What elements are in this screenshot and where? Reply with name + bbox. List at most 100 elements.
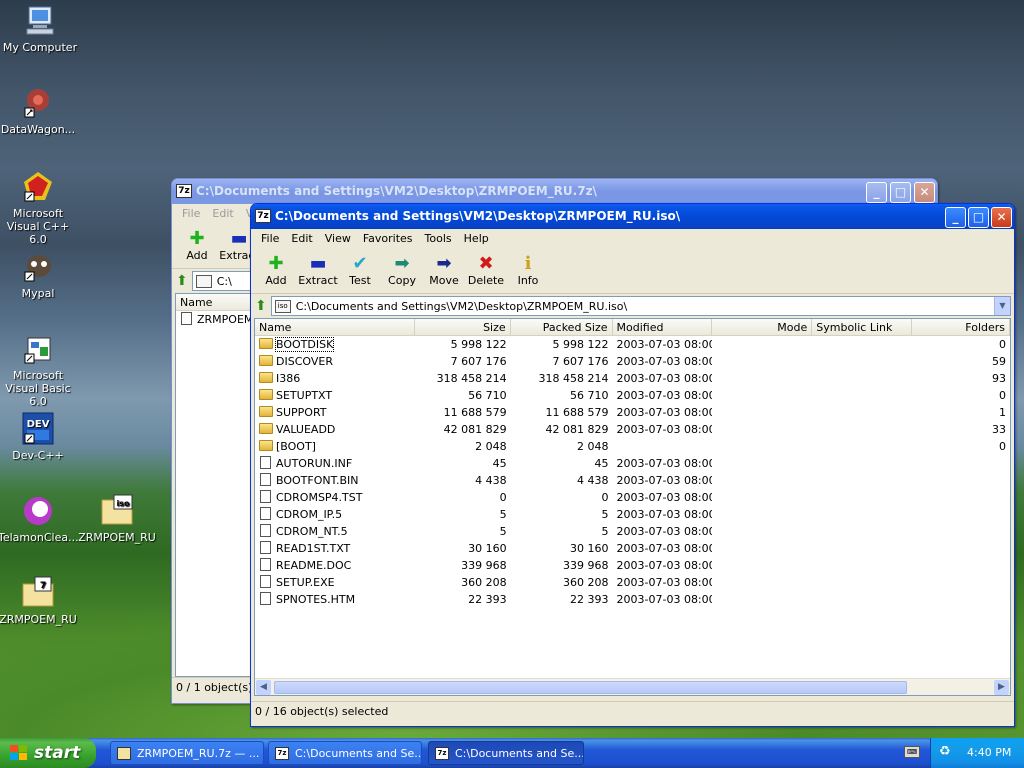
menu-tools[interactable]: Tools <box>419 232 458 245</box>
menu-file[interactable]: File <box>176 207 206 220</box>
minimize-button[interactable]: _ <box>945 207 966 228</box>
table-row[interactable]: CDROM_IP.5 5 5 2003-07-03 08:00 <box>255 506 1010 523</box>
table-row[interactable]: SETUPTXT 56 710 56 710 2003-07-03 08:00 0 <box>255 387 1010 404</box>
visual-basic-icon <box>21 332 55 366</box>
menu-edit[interactable]: Edit <box>285 232 318 245</box>
symbolic-link-cell <box>812 540 912 557</box>
chevron-down-icon[interactable]: ▼ <box>994 297 1010 315</box>
desktop-icon-my-computer[interactable]: My Computer <box>0 4 80 54</box>
toolbar: ✚ Add ▬ Extract ✔ Test ➡ Copy ➡ Move ✖ Delete … <box>251 248 1014 294</box>
test-button[interactable]: ✔ Test <box>339 248 381 293</box>
column-header-folders[interactable]: Folders <box>912 319 1010 335</box>
column-header-symbolic-link[interactable]: Symbolic Link <box>812 319 913 335</box>
desktop-icon-mypal[interactable]: Mypal <box>0 250 78 300</box>
packed-size-cell: 11 688 579 <box>545 406 609 419</box>
keyboard-icon[interactable]: ⌨ <box>904 746 920 758</box>
table-row[interactable]: CDROMSP4.TST 0 0 2003-07-03 08:00 <box>255 489 1010 506</box>
desktop-icon-visual-basic[interactable]: Microsoft Visual Basic 6.0 <box>0 332 78 408</box>
table-row[interactable]: AUTORUN.INF 45 45 2003-07-03 08:00 <box>255 455 1010 472</box>
packed-size-cell: 5 998 122 <box>552 338 609 351</box>
column-header-mode[interactable]: Mode <box>712 319 813 335</box>
close-button[interactable]: ✕ <box>991 207 1012 228</box>
menu-edit[interactable]: Edit <box>206 207 239 220</box>
minimize-button[interactable]: _ <box>866 182 887 203</box>
scroll-right-arrow-icon[interactable]: ▶ <box>994 680 1009 695</box>
datawagon-icon <box>21 86 55 120</box>
column-header-size[interactable]: Size <box>415 319 511 335</box>
menu-help[interactable]: Help <box>458 232 495 245</box>
file-list[interactable]: Name Size Packed Size Modified Mode Symb… <box>254 318 1011 696</box>
maximize-button[interactable]: □ <box>890 182 911 203</box>
table-row[interactable]: SETUP.EXE 360 208 360 208 2003-07-03 08:00 <box>255 574 1010 591</box>
file-name-cell: SUPPORT <box>255 404 415 421</box>
column-header-modified[interactable]: Modified <box>613 319 713 335</box>
desktop-icon-zrmpoem-7z[interactable]: 7 ZRMPOEM_RU <box>0 576 78 626</box>
menu-file[interactable]: File <box>255 232 285 245</box>
archive-window-iso[interactable]: 7z C:\Documents and Settings\VM2\Desktop… <box>250 203 1015 727</box>
menu-view[interactable]: View <box>319 232 357 245</box>
info-button[interactable]: i Info <box>507 248 549 293</box>
modified-cell: 2003-07-03 08:00 <box>616 457 713 470</box>
clock[interactable]: 4:40 PM <box>967 746 1011 759</box>
folders-cell: 93 <box>992 372 1007 385</box>
7z-app-icon: 7z <box>255 209 271 223</box>
desktop-icon-telamon[interactable]: TelamonClea... <box>0 494 79 544</box>
file-icon <box>260 507 271 520</box>
copy-button[interactable]: ➡ Copy <box>381 248 423 293</box>
file-icon <box>260 575 271 588</box>
mode-cell <box>712 404 812 421</box>
up-folder-icon[interactable]: ⬆ <box>255 298 267 314</box>
address-field[interactable]: C:\ <box>191 271 252 291</box>
close-button[interactable]: ✕ <box>914 182 935 203</box>
table-row[interactable]: VALUEADD 42 081 829 42 081 829 2003-07-03 0… <box>255 421 1010 438</box>
horizontal-scrollbar[interactable]: ◀ ▶ <box>255 678 1010 695</box>
address-bar: ⬆ iso C:\Documents and Settings\VM2\Desk… <box>251 294 1014 318</box>
table-row[interactable]: README.DOC 339 968 339 968 2003-07-03 08:00 <box>255 557 1010 574</box>
table-row[interactable]: BOOTFONT.BIN 4 438 4 438 2003-07-03 08:00 <box>255 472 1010 489</box>
scroll-left-arrow-icon[interactable]: ◀ <box>256 680 271 695</box>
table-row[interactable]: BOOTDISK 5 998 122 5 998 122 2003-07-03 08:… <box>255 336 1010 353</box>
add-button[interactable]: ✚ Add <box>176 223 218 268</box>
size-cell: 5 998 122 <box>450 338 507 351</box>
up-folder-icon[interactable]: ⬆ <box>176 273 188 289</box>
desktop-icon-label: DataWagon... <box>0 123 76 136</box>
delete-button[interactable]: ✖ Delete <box>465 248 507 293</box>
table-row[interactable]: READ1ST.TXT 30 160 30 160 2003-07-03 08:00 <box>255 540 1010 557</box>
test-icon: ✔ <box>352 252 368 274</box>
column-header-name[interactable]: Name <box>255 319 415 335</box>
taskbar-button-iso-window[interactable]: 7z C:\Documents and Se... <box>428 741 584 765</box>
table-row[interactable]: [BOOT] 2 048 2 048 0 <box>255 438 1010 455</box>
taskbar-button-7z-archive[interactable]: ZRMPOEM_RU.7z — ... <box>110 741 264 765</box>
visual-cpp-icon <box>21 170 55 204</box>
file-name-cell: READ1ST.TXT <box>255 540 415 557</box>
table-row[interactable]: SUPPORT 11 688 579 11 688 579 2003-07-03 08… <box>255 404 1010 421</box>
add-button[interactable]: ✚ Add <box>255 248 297 293</box>
menu-favorites[interactable]: Favorites <box>357 232 419 245</box>
title-bar[interactable]: 7z C:\Documents and Settings\VM2\Desktop… <box>251 204 1014 229</box>
size-cell: 0 <box>499 491 507 504</box>
title-bar[interactable]: 7z C:\Documents and Settings\VM2\Desktop… <box>172 179 937 204</box>
folders-cell <box>912 523 1010 540</box>
scrollbar-thumb[interactable] <box>274 681 907 694</box>
folders-cell: 33 <box>992 423 1007 436</box>
maximize-button[interactable]: □ <box>968 207 989 228</box>
taskbar-button-7z-window[interactable]: 7z C:\Documents and Se... <box>268 741 422 765</box>
table-row[interactable]: SPNOTES.HTM 22 393 22 393 2003-07-03 08:00 <box>255 591 1010 608</box>
desktop-icon-datawagon[interactable]: DataWagon... <box>0 86 78 136</box>
start-button[interactable]: start <box>0 738 96 768</box>
desktop-icon-dev-cpp[interactable]: DEV Dev-C++ <box>0 412 78 462</box>
network-icon[interactable]: ♻ <box>939 744 951 759</box>
modified-cell: 2003-07-03 08:00 <box>616 593 713 606</box>
column-header-packed-size[interactable]: Packed Size <box>511 319 613 335</box>
symbolic-link-cell <box>812 404 912 421</box>
extract-button[interactable]: ▬ Extract <box>297 248 339 293</box>
table-row[interactable]: I386 318 458 214 318 458 214 2003-07-03 08:… <box>255 370 1010 387</box>
desktop-icon-zrmpoem-iso[interactable]: iso ZRMPOEM_RU <box>77 494 157 544</box>
address-field[interactable]: iso C:\Documents and Settings\VM2\Deskto… <box>270 296 1011 316</box>
move-button[interactable]: ➡ Move <box>423 248 465 293</box>
table-row[interactable]: CDROM_NT.5 5 5 2003-07-03 08:00 <box>255 523 1010 540</box>
iso-file-icon <box>181 312 192 325</box>
table-row[interactable]: DISCOVER 7 607 176 7 607 176 2003-07-03 08:… <box>255 353 1010 370</box>
desktop-icon-visual-cpp[interactable]: Microsoft Visual C++ 6.0 <box>0 170 78 246</box>
7z-app-icon: 7z <box>275 747 289 760</box>
